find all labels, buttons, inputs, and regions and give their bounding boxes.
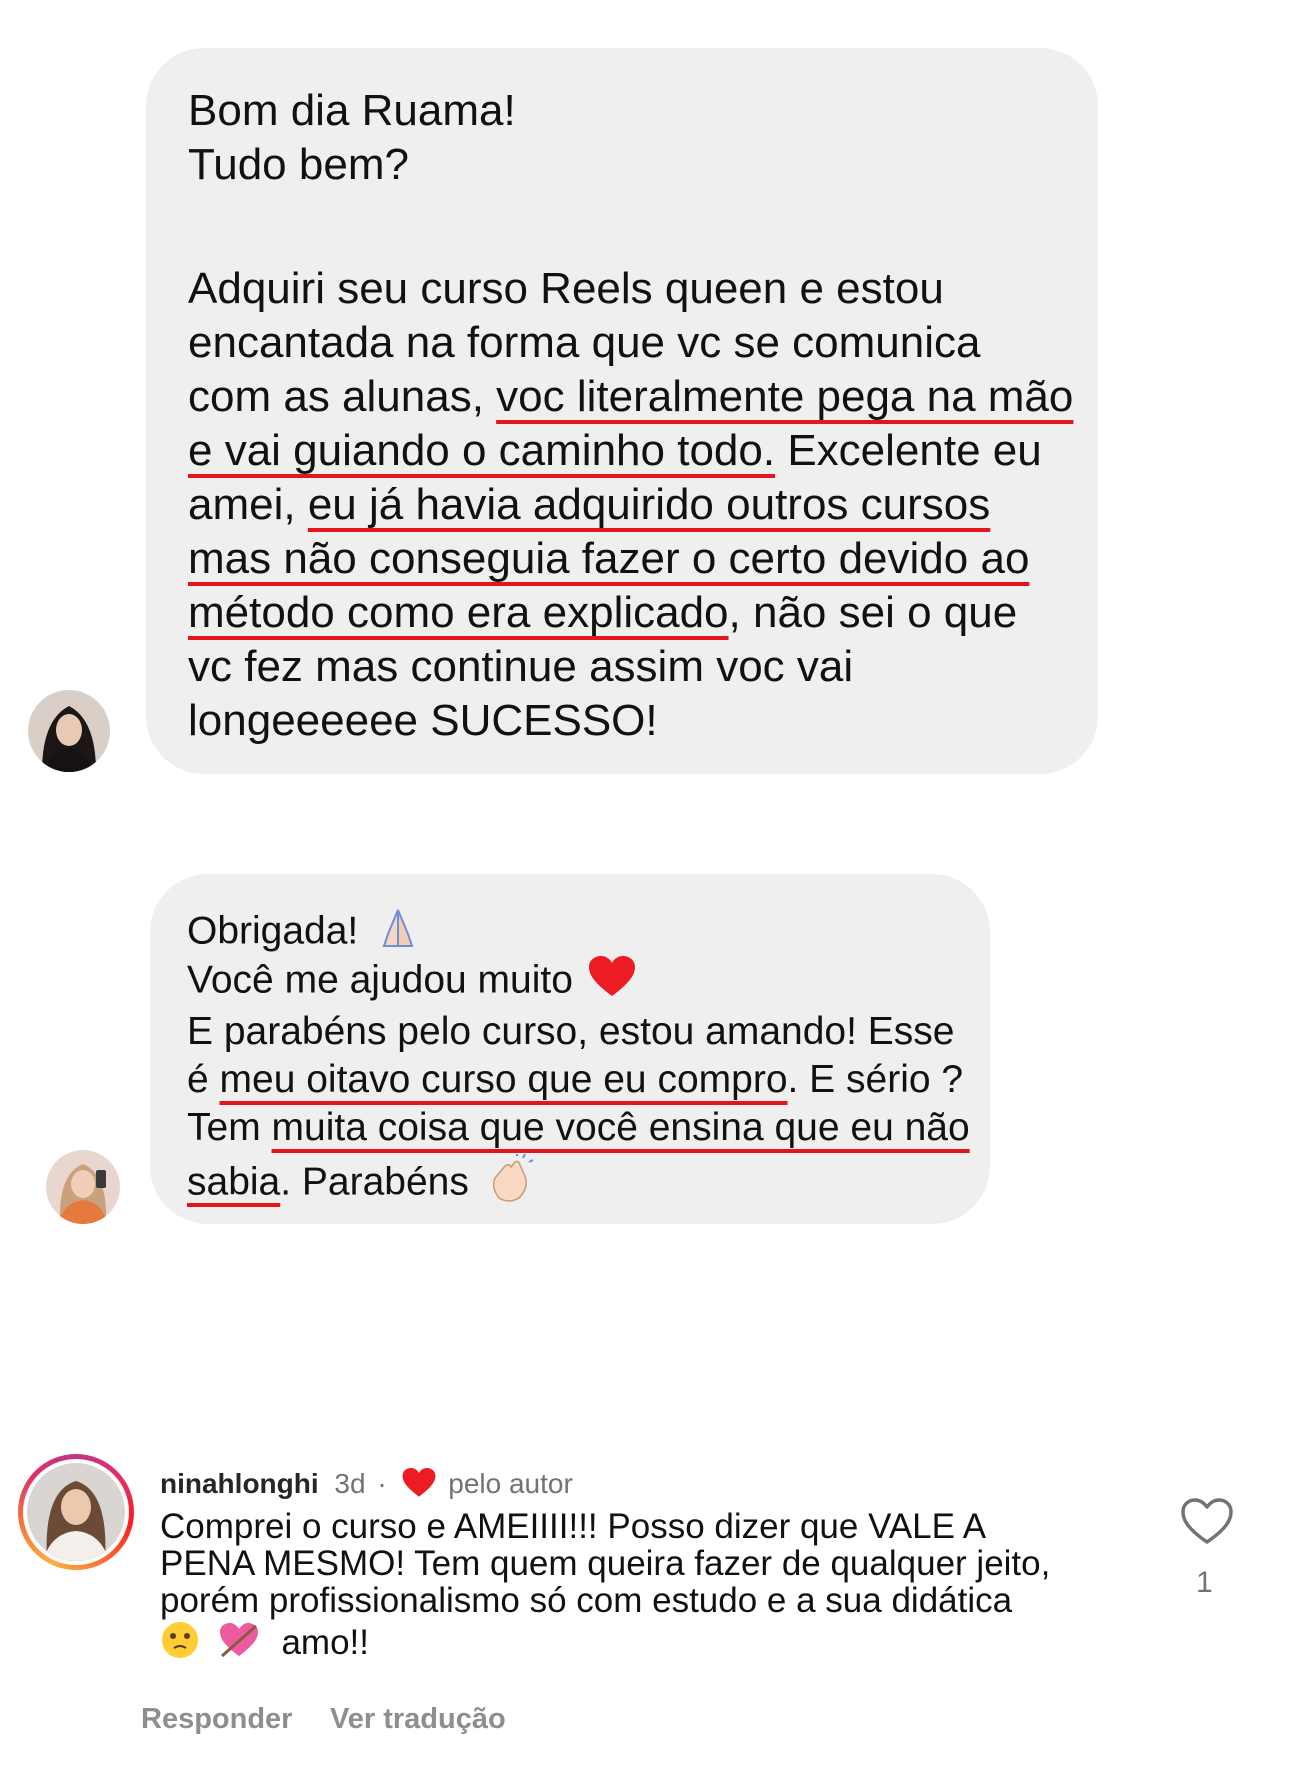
highlighted-text: meu oitavo curso que eu compro <box>219 1058 788 1101</box>
heart-arrow-icon <box>218 1620 260 1669</box>
sender-avatar-2[interactable] <box>46 1150 120 1224</box>
message-text: , não sei o que <box>728 588 1018 637</box>
message-text: . Parabéns <box>280 1160 469 1204</box>
clap-icon <box>485 1152 535 1214</box>
message-bubble-1: Bom dia Ruama! Tudo bem? Adquiri seu cur… <box>146 48 1098 774</box>
message-line: longeeeeee SUCESSO! <box>188 696 658 745</box>
sender-avatar-1[interactable] <box>28 690 110 772</box>
message-line: vc fez mas continue assim voc vai <box>188 642 854 691</box>
avatar-photo-icon <box>27 1463 125 1561</box>
message-line: Você me ajudou muito <box>187 956 635 1008</box>
red-heart-icon <box>588 956 635 1008</box>
message-line: mas não conseguia fazer o certo devido a… <box>188 534 1029 584</box>
message-line: Tem muita coisa que você ensina que eu n… <box>187 1106 970 1150</box>
like-count: 1 <box>1196 1566 1213 1599</box>
pleading-face-icon <box>160 1620 200 1669</box>
message-text: Obrigada! <box>187 909 359 953</box>
comment-meta: ninahlonghi 3d · pelo autor <box>160 1468 573 1505</box>
author-like-heart-icon <box>402 1468 436 1505</box>
comment-text-line: Comprei o curso e AMEIIII!!! Posso dizer… <box>160 1507 987 1546</box>
message-text: com as alunas, <box>188 372 497 421</box>
message-text: . E sério ? <box>787 1058 964 1101</box>
message-text: Excelente eu <box>775 426 1042 475</box>
message-line: Obrigada! <box>187 904 422 962</box>
message-text: Tem <box>187 1106 272 1149</box>
avatar-photo-icon <box>28 690 110 772</box>
message-line: e vai guiando o caminho todo. Excelente … <box>188 426 1042 476</box>
message-line: Bom dia Ruama! <box>188 86 516 135</box>
like-comment-button[interactable] <box>1180 1496 1234 1546</box>
comment-time: 3d <box>334 1468 366 1499</box>
message-text: amei, <box>188 480 308 529</box>
message-line: é meu oitavo curso que eu compro. E séri… <box>187 1058 963 1102</box>
highlighted-text: voc literalmente pega na mão <box>496 372 1074 421</box>
message-bubble-2: Obrigada! Você me ajudou muito E parabén… <box>150 874 990 1224</box>
meta-separator: · <box>377 1468 387 1499</box>
comment-text-line: porém profissionalismo só com estudo e a… <box>160 1581 1013 1620</box>
message-line: amei, eu já havia adquirido outros curso… <box>188 480 990 530</box>
comment-text-line: amo!! <box>160 1620 369 1669</box>
highlighted-text: e vai guiando o caminho todo. <box>188 426 776 475</box>
highlighted-text: muita coisa que você ensina que eu não <box>271 1106 970 1149</box>
message-line: com as alunas, voc literalmente pega na … <box>188 372 1073 422</box>
highlighted-text: mas não conseguia fazer o certo devido a… <box>188 534 1030 583</box>
highlighted-text: método como era explicado <box>188 588 729 637</box>
heart-outline-icon <box>1181 1498 1233 1544</box>
highlighted-text: eu já havia adquirido outros cursos <box>307 480 991 529</box>
commenter-story-ring[interactable] <box>18 1454 134 1570</box>
message-line: Adquiri seu curso Reels queen e estou <box>188 264 944 313</box>
comment-text: amo!! <box>281 1622 370 1662</box>
message-line: sabia. Parabéns <box>187 1152 535 1214</box>
comment-username[interactable]: ninahlonghi <box>160 1468 319 1499</box>
commenter-avatar[interactable] <box>27 1463 125 1561</box>
message-text: Você me ajudou muito <box>187 958 573 1002</box>
message-line: encantada na forma que vc se comunica <box>188 318 981 367</box>
message-text: é <box>187 1058 220 1101</box>
highlighted-text: sabia <box>187 1160 281 1204</box>
avatar-photo-icon <box>46 1150 120 1224</box>
comment-text-line: PENA MESMO! Tem quem queira fazer de qua… <box>160 1544 1051 1583</box>
message-line: método como era explicado, não sei o que <box>188 588 1017 638</box>
message-line: E parabéns pelo curso, estou amando! Ess… <box>187 1010 955 1053</box>
reply-button[interactable]: Responder <box>141 1703 292 1736</box>
pray-icon <box>374 904 422 962</box>
liked-by-author-label: pelo autor <box>448 1468 573 1499</box>
message-line: Tudo bem? <box>188 140 409 189</box>
translate-button[interactable]: Ver tradução <box>330 1703 506 1736</box>
